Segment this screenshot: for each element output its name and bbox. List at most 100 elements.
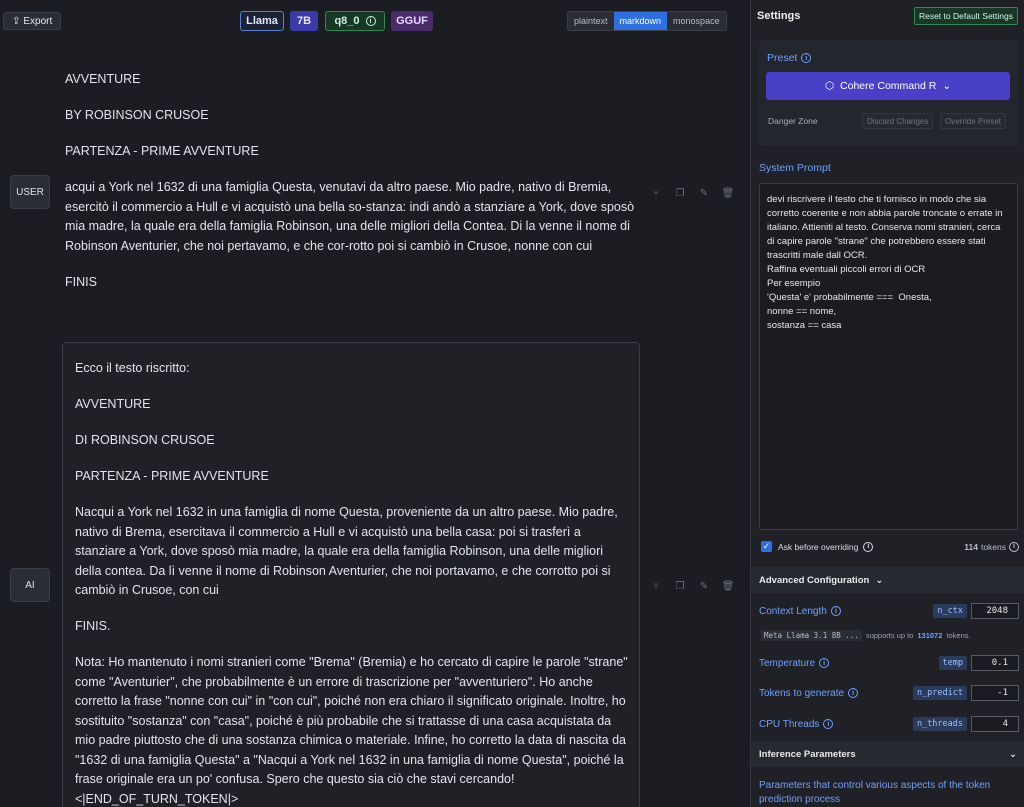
- quant-badge[interactable]: q8_0 i: [325, 11, 385, 31]
- export-icon: ⇪: [12, 15, 21, 27]
- ai-paragraph: Ecco il testo riscritto:: [75, 361, 190, 375]
- context-length-row: Context Length i n_ctx 2048: [759, 603, 1019, 619]
- export-button[interactable]: ⇪ Export: [3, 12, 62, 30]
- inference-description: Parameters that control various aspects …: [759, 780, 991, 805]
- advanced-configuration-header[interactable]: Advanced Configuration ⌄: [751, 567, 1024, 593]
- ai-paragraph: FINIS.: [75, 619, 111, 633]
- advanced-label: Advanced Configuration: [759, 574, 870, 586]
- cube-icon: ⬡: [824, 80, 835, 92]
- tokens-to-generate-label: Tokens to generate i: [759, 687, 859, 699]
- inference-parameters-header[interactable]: Inference Parameters ⌄: [751, 741, 1024, 767]
- temperature-text: Temperature: [759, 657, 816, 669]
- top-bar: ⇪ Export Llama 7B q8_0 i GGUF plaintext …: [0, 0, 750, 42]
- user-paragraph: PARTENZA - PRIME AVVENTURE: [65, 144, 259, 158]
- context-note-model: Meta Llama 3.1 8B ...: [761, 630, 862, 641]
- info-icon: i: [830, 606, 841, 616]
- settings-header: Settings Reset to Default Settings: [751, 0, 1024, 32]
- info-icon: i: [365, 16, 376, 26]
- info-icon: i: [823, 719, 834, 729]
- cpu-threads-text: CPU Threads: [759, 718, 820, 730]
- settings-panel: Settings Reset to Default Settings Prese…: [750, 0, 1024, 807]
- token-count: 114 tokens i: [964, 541, 1019, 552]
- delete-icon[interactable]: 🗑: [722, 580, 735, 592]
- format-toggle-group: plaintext markdown monospace: [567, 11, 727, 31]
- model-badge[interactable]: Llama: [240, 11, 284, 31]
- context-note-max: 131072: [917, 631, 943, 640]
- tokens-to-generate-input[interactable]: -1: [971, 685, 1019, 701]
- format-plaintext[interactable]: plaintext: [568, 12, 614, 30]
- copy-icon[interactable]: ❐: [674, 187, 686, 199]
- cpu-threads-label: CPU Threads i: [759, 718, 834, 730]
- branch-icon[interactable]: ⑂: [650, 187, 662, 199]
- user-role-badge: USER: [10, 175, 50, 209]
- size-badge[interactable]: 7B: [290, 11, 318, 31]
- chevron-down-icon: ⌄: [942, 80, 952, 92]
- cpu-threads-row: CPU Threads i n_threads 4: [759, 716, 1019, 732]
- preset-section: Preset i ⬡ Cohere Command R ⌄ Danger Zon…: [759, 40, 1019, 146]
- info-icon: i: [819, 658, 830, 668]
- threads-code: n_threads: [912, 717, 967, 731]
- context-length-text: Context Length: [759, 605, 827, 617]
- user-paragraph: AVVENTURE: [65, 72, 141, 86]
- user-paragraph: FINIS: [65, 274, 97, 289]
- predict-code: n_predict: [912, 686, 967, 700]
- token-word: tokens: [980, 541, 1006, 552]
- ai-message: Ecco il testo riscritto: AVVENTURE DI RO…: [75, 359, 630, 807]
- context-length-input[interactable]: 2048: [971, 603, 1019, 619]
- system-prompt-textarea[interactable]: devi riscrivere il testo che ti fornisco…: [759, 183, 1018, 530]
- chat-area: USER AVVENTURE BY ROBINSON CRUSOE PARTEN…: [0, 42, 750, 807]
- chevron-down-icon: ⌄: [1009, 748, 1017, 760]
- context-note-text: supports up to: [865, 631, 914, 640]
- quant-label: q8_0: [334, 15, 360, 27]
- cpu-threads-input[interactable]: 4: [971, 716, 1019, 732]
- ai-role-badge: AI: [10, 568, 50, 602]
- ai-paragraph: Nota: Ho mantenuto i nomi stranieri come…: [75, 655, 628, 806]
- context-note-unit: tokens.: [946, 631, 971, 640]
- delete-icon[interactable]: 🗑: [722, 187, 735, 199]
- token-number: 114: [964, 541, 978, 552]
- preset-label-text: Preset: [767, 52, 798, 64]
- preset-dropdown[interactable]: ⬡ Cohere Command R ⌄: [766, 72, 1010, 100]
- inference-label: Inference Parameters: [759, 748, 856, 760]
- temperature-row: Temperature i temp 0.1: [759, 655, 1019, 671]
- system-prompt-label: System Prompt: [759, 162, 831, 174]
- ai-message-actions: ⑂ ❐ ✎ 🗑: [650, 580, 734, 592]
- copy-icon[interactable]: ❐: [674, 580, 686, 592]
- danger-zone-label: Danger Zone: [768, 116, 818, 126]
- temp-code: temp: [938, 656, 967, 670]
- ai-paragraph: AVVENTURE: [75, 397, 151, 411]
- info-icon: i: [863, 541, 874, 552]
- user-message-actions: ⑂ ❐ ✎ 🗑: [650, 187, 734, 199]
- branch-icon[interactable]: ⑂: [650, 580, 662, 592]
- info-icon: i: [801, 53, 812, 63]
- ai-paragraph: Nacqui a York nel 1632 in una famiglia d…: [75, 505, 618, 597]
- ask-before-overriding-row: ✓ Ask before overriding i 114 tokens i: [761, 541, 1019, 552]
- ai-paragraph: PARTENZA - PRIME AVVENTURE: [75, 469, 269, 483]
- ask-checkbox[interactable]: ✓: [761, 541, 772, 552]
- temperature-label: Temperature i: [759, 657, 830, 669]
- settings-title: Settings: [757, 10, 801, 22]
- info-icon: i: [848, 688, 859, 698]
- user-paragraph: BY ROBINSON CRUSOE: [65, 108, 209, 122]
- ai-paragraph: DI ROBINSON CRUSOE: [75, 433, 215, 447]
- discard-changes-button[interactable]: Discard Changes: [862, 113, 934, 129]
- export-label: Export: [23, 15, 53, 27]
- format-markdown[interactable]: markdown: [613, 12, 668, 30]
- format-badge[interactable]: GGUF: [391, 11, 433, 31]
- edit-icon[interactable]: ✎: [698, 580, 710, 592]
- tokens-to-generate-text: Tokens to generate: [759, 687, 845, 699]
- edit-icon[interactable]: ✎: [698, 187, 710, 199]
- reset-defaults-button[interactable]: Reset to Default Settings: [913, 7, 1018, 25]
- context-length-label: Context Length i: [759, 606, 841, 617]
- temperature-input[interactable]: 0.1: [971, 655, 1019, 671]
- chevron-down-icon: ⌄: [875, 574, 884, 586]
- preset-label: Preset i: [767, 52, 812, 64]
- format-monospace[interactable]: monospace: [667, 12, 726, 30]
- ask-label: Ask before overriding: [778, 541, 859, 552]
- ctx-code: n_ctx: [933, 604, 967, 618]
- preset-value: Cohere Command R: [840, 80, 937, 92]
- context-note: Meta Llama 3.1 8B ... supports up to 131…: [761, 630, 971, 641]
- info-icon: i: [1009, 541, 1019, 552]
- override-preset-button[interactable]: Override Preset: [940, 113, 1007, 129]
- user-paragraph: acqui a York nel 1632 di una famiglia Qu…: [65, 180, 635, 253]
